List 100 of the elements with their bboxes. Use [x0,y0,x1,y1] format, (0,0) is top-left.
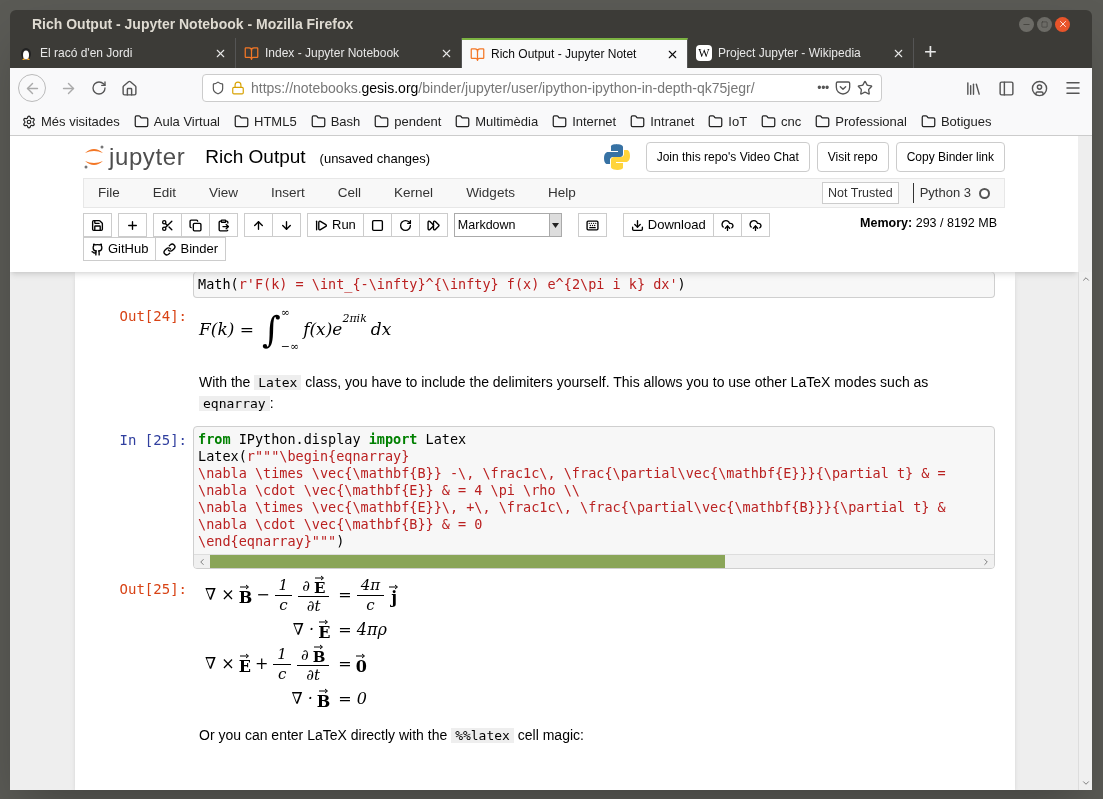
bookmark-star-icon[interactable] [857,80,873,96]
toolbar-button[interactable] [83,213,112,237]
reload-icon[interactable] [91,80,107,96]
penguin-icon [18,45,34,61]
folder-icon [374,114,390,129]
toolbar-button[interactable] [244,213,273,237]
menu-item[interactable]: Help [547,182,576,204]
account-icon[interactable] [1031,79,1048,97]
toolbar-button[interactable] [153,213,182,237]
toolbar-button[interactable] [740,213,770,237]
step-forward-icon [315,218,328,232]
save-status: (unsaved changes) [319,150,431,169]
markdown-text: With the Latex class, you have to include the delimiters yourself. This allows you to use other LaTeX modes such as eqnarray : [198,373,930,413]
notebook-title[interactable]: Rich Output [205,142,306,172]
cloud-upload-icon [720,218,734,232]
code-line: \nabla \times \vec{\mathbf{E}}\, +\, \frac1c\, \frac{\partial\vec{\mathbf{B}}}{\partial t} & [198,499,947,516]
bookmark-item[interactable]: Bash [310,111,361,132]
menu-item[interactable]: File [98,182,120,204]
menu-item[interactable]: Insert [271,182,305,204]
bookmark-item[interactable]: pendent [374,111,442,132]
folder-icon [630,114,646,129]
code-line: \nabla \times \vec{\mathbf{B}} -\, \frac1c\, \frac{\partial\vec{\mathbf{E}}}{\partial t} & = [198,465,947,482]
tab-label: El racó d'en Jordi [40,45,134,62]
math-text: ∇ · [291,687,313,710]
header-button[interactable]: Copy Binder link [895,142,1005,172]
jupyter-logo-icon [83,144,105,170]
folder-icon [310,114,326,129]
cell-type-select[interactable]: Markdown [453,213,562,237]
bookmark-item[interactable]: Més visitades [22,111,120,132]
close-button[interactable] [1055,16,1070,32]
folder-icon [708,114,724,129]
menu-item[interactable]: View [209,182,239,204]
toolbar-button[interactable] [181,213,210,237]
bookmark-item[interactable]: Internet [552,111,617,132]
toolbar-button[interactable] [712,213,742,237]
header-button[interactable]: Join this repo's Video Chat [645,142,810,172]
window-title: Rich Output - Jupyter Notebook - Mozilla Firefox [32,14,354,34]
github-icon [91,242,104,256]
library-icon[interactable] [965,79,982,97]
restart-icon [398,218,412,232]
kernel-name: Python 3 [912,183,971,203]
folder-icon [552,114,568,129]
toolbar-button[interactable]: Download [622,213,714,237]
toolbar-button[interactable] [577,213,607,237]
math-text: ∂ [302,577,310,596]
bookmark-item[interactable]: Professional [815,111,907,132]
bookmark-item[interactable]: IoT [708,111,748,132]
menu-item[interactable]: Kernel [394,182,434,204]
math-text: = 0 [338,687,368,710]
address-bar[interactable]: https://notebooks.gesis.org/binder/jupyter/user/ipython-ipython-in-depth-qk75jegr/ ••• [202,74,882,102]
browser-tab[interactable]: Rich Output - Jupyter Notet [462,38,688,68]
trust-indicator[interactable]: Not Trusted [822,181,899,205]
math-text: ∇ × [205,584,235,607]
python-logo-icon [601,142,632,172]
url-text: https://notebooks.gesis.org/binder/jupyter/user/ipython-ipython-in-depth-qk75jegr/ [251,78,756,98]
code-line: \nabla \cdot \vec{\mathbf{E}} & = 4 \pi \rho \\ [198,482,581,499]
toolbar-button[interactable] [362,213,392,237]
bookmark-item[interactable]: Multimèdia [455,111,539,132]
maximize-icon [1041,20,1048,28]
cell-prompt: Out[25]: [119,581,187,597]
more-button[interactable]: ••• [817,79,829,97]
markdown-text: Or you can enter LaTeX directly with the %%latex cell magic: [198,725,585,745]
menu-item[interactable]: Cell [337,182,362,204]
menu-icon[interactable] [1064,79,1082,97]
download-icon [630,218,644,232]
memory-usage: Memory: 293 / 8192 MB [860,214,997,232]
math-text: = [338,653,352,676]
new-tab-button[interactable]: + [914,38,947,68]
bookmark-item[interactable]: Aula Virtual [133,111,220,132]
bookmark-item[interactable]: Botigues [920,111,992,132]
code-input[interactable] [193,426,995,569]
menu-item[interactable]: Widgets [466,182,515,204]
toolbar-button[interactable] [209,213,238,237]
pocket-icon[interactable] [835,80,851,96]
toolbar-button[interactable] [418,213,448,237]
toolbar-button[interactable]: Run [307,213,364,237]
toolbar-button[interactable] [390,213,420,237]
toolbar-button[interactable]: GitHub [83,237,157,261]
horizontal-scrollbar[interactable] [194,554,994,568]
sidebar-icon[interactable] [998,79,1015,97]
toolbar-button[interactable]: Binder [155,237,227,261]
toolbar-button[interactable] [118,213,147,237]
bookmark-item[interactable]: Intranet [630,111,695,132]
close-icon [1057,19,1068,29]
home-icon[interactable] [121,79,138,97]
math-text: ∂t [306,665,321,685]
bookmark-item[interactable]: cnc [761,111,802,132]
math-text: = [338,584,352,607]
menu-item[interactable]: Edit [152,182,177,204]
code-line: \end{eqnarray}""") [198,533,346,550]
shield-icon [211,81,225,95]
code-input[interactable]: Math(r'F(k) = \int_{-\infty}^{\infty} f(x) e^{2\pi i k} dx') [193,272,995,298]
scrollbar-thumb[interactable] [210,555,725,568]
toolbar-button[interactable] [272,213,301,237]
header-button[interactable]: Visit repo [816,142,889,172]
folder-icon [133,114,149,129]
code-line: Latex(r"""\begin{eqnarray} [198,448,411,465]
math-text: ∂ [300,646,309,665]
bookmark-item[interactable]: HTML5 [234,111,297,132]
tab-label: Project Jupyter - Wikipedia [718,45,862,62]
